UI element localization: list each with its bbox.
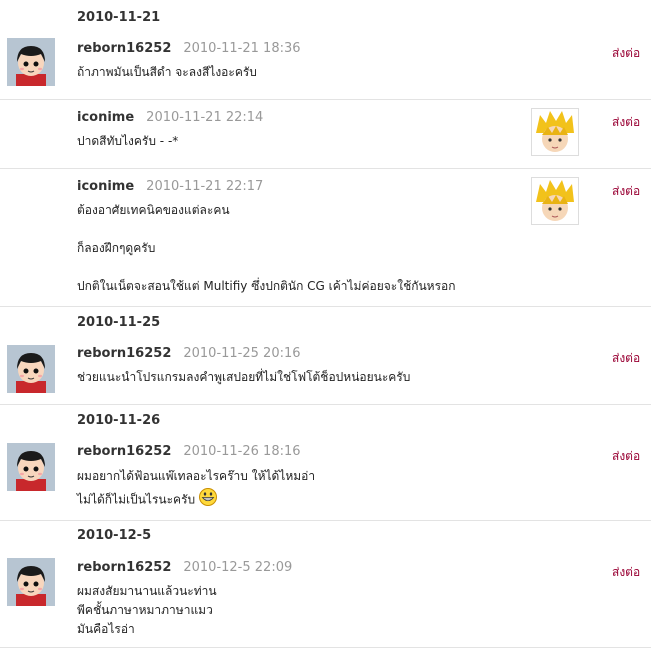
comment-author[interactable]: reborn16252 2010-11-26 18:16 [77,444,301,459]
comment-time: 2010-11-25 20:16 [183,346,301,361]
date-heading: 2010-11-21 [77,10,161,25]
separator [0,647,651,648]
author-name[interactable]: reborn16252 [77,560,171,575]
comment-line: ก็ลองฝึกๆดูครับ [77,241,156,255]
comment-line: ผมอยากได้ฟ้อนแพ๊เทลอะไรคร๊าบ ให้ได้ไหมอ่… [77,469,316,483]
comment-line: มันคือไรอ่า [77,622,135,636]
comment-line: ปาดสีทับไงครับ - -* [77,134,179,148]
forward-link[interactable]: ส่งต่อ [612,44,640,63]
avatar[interactable] [7,443,55,491]
grin-emoji-icon [199,488,218,512]
comment-text: ถ้าภาพมันเป็นสีดำ จะลงสีไงอะครับ [77,63,257,82]
separator [0,99,651,100]
comment-time: 2010-11-21 22:14 [146,110,264,125]
forward-link[interactable]: ส่งต่อ [612,563,640,582]
avatar[interactable] [531,177,579,225]
date-heading: 2010-11-26 [77,413,161,428]
comment-author[interactable]: iconime 2010-11-21 22:17 [77,179,263,194]
separator [0,168,651,169]
date-heading: 2010-11-25 [77,315,161,330]
comment-author[interactable]: reborn16252 2010-11-25 20:16 [77,346,301,361]
anime-avatar-icon [532,178,578,224]
author-name[interactable]: reborn16252 [77,346,171,361]
separator [0,404,651,405]
comment-line: ช่วยแนะนำโปรแกรมลงคำพูเสปอยที่ไม่ใช่โฟโต… [77,370,411,384]
avatar[interactable] [7,38,55,86]
comment-time: 2010-11-21 18:36 [183,41,301,56]
user-avatar-icon [7,558,55,606]
comment-text: ผมอยากได้ฟ้อนแพ๊เทลอะไรคร๊าบ ให้ได้ไหมอ่… [77,467,315,512]
anime-avatar-icon [532,109,578,155]
comment-time: 2010-11-26 18:16 [183,444,301,459]
forward-link[interactable]: ส่งต่อ [612,447,640,466]
comment-line: พีคชั้นภาษาหมาภาษาแมว [77,603,213,617]
author-name[interactable]: iconime [77,179,134,194]
comment-line: ปกติในเน็ตจะสอนใช้แต่ Multifiy ซึ่งปกติน… [77,279,456,293]
forward-link[interactable]: ส่งต่อ [612,182,640,201]
comment-line: ต้องอาศัยเทคนิคของแต่ละคน [77,203,230,217]
comment-author[interactable]: reborn16252 2010-12-5 22:09 [77,560,292,575]
avatar[interactable] [531,108,579,156]
comment-line: ถ้าภาพมันเป็นสีดำ จะลงสีไงอะครับ [77,65,257,79]
user-avatar-icon [7,345,55,393]
separator [0,520,651,521]
comment-text: ช่วยแนะนำโปรแกรมลงคำพูเสปอยที่ไม่ใช่โฟโต… [77,368,410,387]
forward-link[interactable]: ส่งต่อ [612,349,640,368]
author-name[interactable]: iconime [77,110,134,125]
author-name[interactable]: reborn16252 [77,444,171,459]
comment-line: ผมสงสัยมานานแล้วนะท่าน [77,584,217,598]
comment-time: 2010-12-5 22:09 [183,560,293,575]
comment-text: ปาดสีทับไงครับ - -* [77,132,178,151]
separator [0,306,651,307]
user-avatar-icon [7,443,55,491]
comment-text: ต้องอาศัยเทคนิคของแต่ละคน ก็ลองฝึกๆดูครั… [77,201,456,296]
date-heading: 2010-12-5 [77,528,152,543]
author-name[interactable]: reborn16252 [77,41,171,56]
forward-link[interactable]: ส่งต่อ [612,113,640,132]
comment-text: ผมสงสัยมานานแล้วนะท่าน พีคชั้นภาษาหมาภาษ… [77,582,217,639]
comment-line: ไม่ได้ก็ไม่เป็นไรนะครับ [77,492,196,507]
user-avatar-icon [7,38,55,86]
avatar[interactable] [7,558,55,606]
avatar[interactable] [7,345,55,393]
comment-author[interactable]: reborn16252 2010-11-21 18:36 [77,41,301,56]
comment-author[interactable]: iconime 2010-11-21 22:14 [77,110,263,125]
comment-time: 2010-11-21 22:17 [146,179,264,194]
